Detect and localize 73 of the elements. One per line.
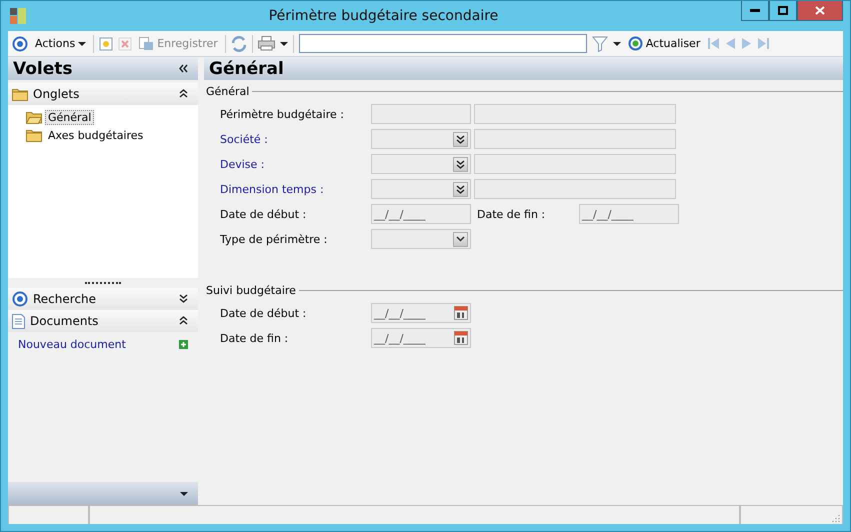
text-field[interactable] (474, 129, 676, 149)
maximize-icon (778, 6, 788, 15)
resize-grip-icon[interactable] (832, 514, 840, 522)
minimize-icon (750, 9, 760, 12)
lookup-button[interactable] (453, 182, 468, 196)
field-label: Date de fin : (476, 208, 546, 220)
calendar-icon[interactable] (454, 306, 468, 320)
lookup-button[interactable] (453, 156, 468, 172)
new-record-icon[interactable] (99, 36, 114, 50)
section-title: Onglets (33, 87, 80, 101)
date-field[interactable]: __/__/____ (371, 204, 471, 224)
save-icon (139, 36, 154, 50)
pane-section-header[interactable]: Onglets (8, 83, 198, 105)
dropdown-caret-icon[interactable] (612, 42, 621, 46)
folder-icon (26, 110, 42, 124)
text-field[interactable] (474, 154, 676, 174)
pane-section-header[interactable]: Documents (8, 310, 198, 332)
dropdown-button[interactable] (453, 232, 468, 246)
double-chevron-icon[interactable] (456, 134, 465, 144)
printer-icon[interactable] (258, 36, 275, 51)
target-icon (12, 36, 28, 52)
close-button[interactable] (797, 1, 843, 21)
tree-item[interactable]: Axes budgétaires (45, 128, 146, 142)
text-field[interactable] (474, 104, 676, 124)
field-label: Date de fin : (220, 332, 290, 344)
expand-icon[interactable] (179, 294, 188, 303)
folder-icon (12, 88, 28, 100)
folder-icon (26, 128, 42, 142)
app-icon (10, 8, 26, 24)
lookup-button[interactable] (453, 132, 468, 146)
search-field[interactable] (298, 34, 587, 53)
group-title: Général (206, 85, 250, 98)
pane-title: Volets (13, 58, 73, 78)
section-title: Documents (30, 314, 100, 328)
actions-menu[interactable]: Actions (33, 37, 88, 50)
lookup-field[interactable] (371, 179, 471, 199)
dropdown-field[interactable] (371, 229, 471, 249)
tree-item[interactable]: Général (45, 110, 94, 124)
field-label: Dimension temps : (220, 182, 325, 196)
close-icon (815, 6, 825, 15)
field-label: Devise : (220, 158, 266, 170)
field-label: Périmètre budgétaire : (220, 108, 345, 120)
lookup-field[interactable] (371, 154, 471, 174)
add-icon[interactable] (179, 340, 188, 349)
filter-icon[interactable] (592, 36, 608, 52)
minimize-button[interactable] (741, 1, 769, 21)
collapse-pane-icon[interactable] (179, 64, 188, 73)
chevron-icon (456, 236, 465, 242)
page-title: Général (209, 58, 284, 78)
sync-icon[interactable] (230, 36, 247, 52)
document-icon (12, 314, 25, 328)
field-label: Date de début : (220, 208, 308, 220)
field-label: Date de début : (220, 306, 308, 320)
maximize-button[interactable] (769, 1, 797, 21)
calendar-icon[interactable] (454, 331, 468, 345)
group-title: Suivi budgétaire (206, 284, 296, 297)
double-chevron-icon[interactable] (456, 184, 465, 194)
lookup-field[interactable] (371, 129, 471, 149)
double-chevron-icon[interactable] (456, 160, 465, 168)
dropdown-caret-icon[interactable] (280, 42, 288, 46)
pane-section-header[interactable]: Recherche (8, 288, 198, 310)
date-field[interactable]: __/__/____ (579, 204, 679, 224)
field-label: Société : (220, 132, 269, 146)
collapse-icon[interactable] (179, 316, 188, 325)
text-field[interactable] (371, 104, 471, 124)
text-field[interactable] (474, 179, 676, 199)
new-document-link[interactable]: Nouveau document (18, 338, 126, 351)
field-label: Type de périmètre : (220, 232, 328, 246)
window-title: Périmètre budgétaire secondaire (268, 8, 500, 24)
collapse-icon[interactable] (179, 89, 188, 98)
section-title: Recherche (33, 292, 98, 306)
refresh-button[interactable]: Actualiser (626, 36, 702, 51)
refresh-icon (628, 36, 643, 51)
